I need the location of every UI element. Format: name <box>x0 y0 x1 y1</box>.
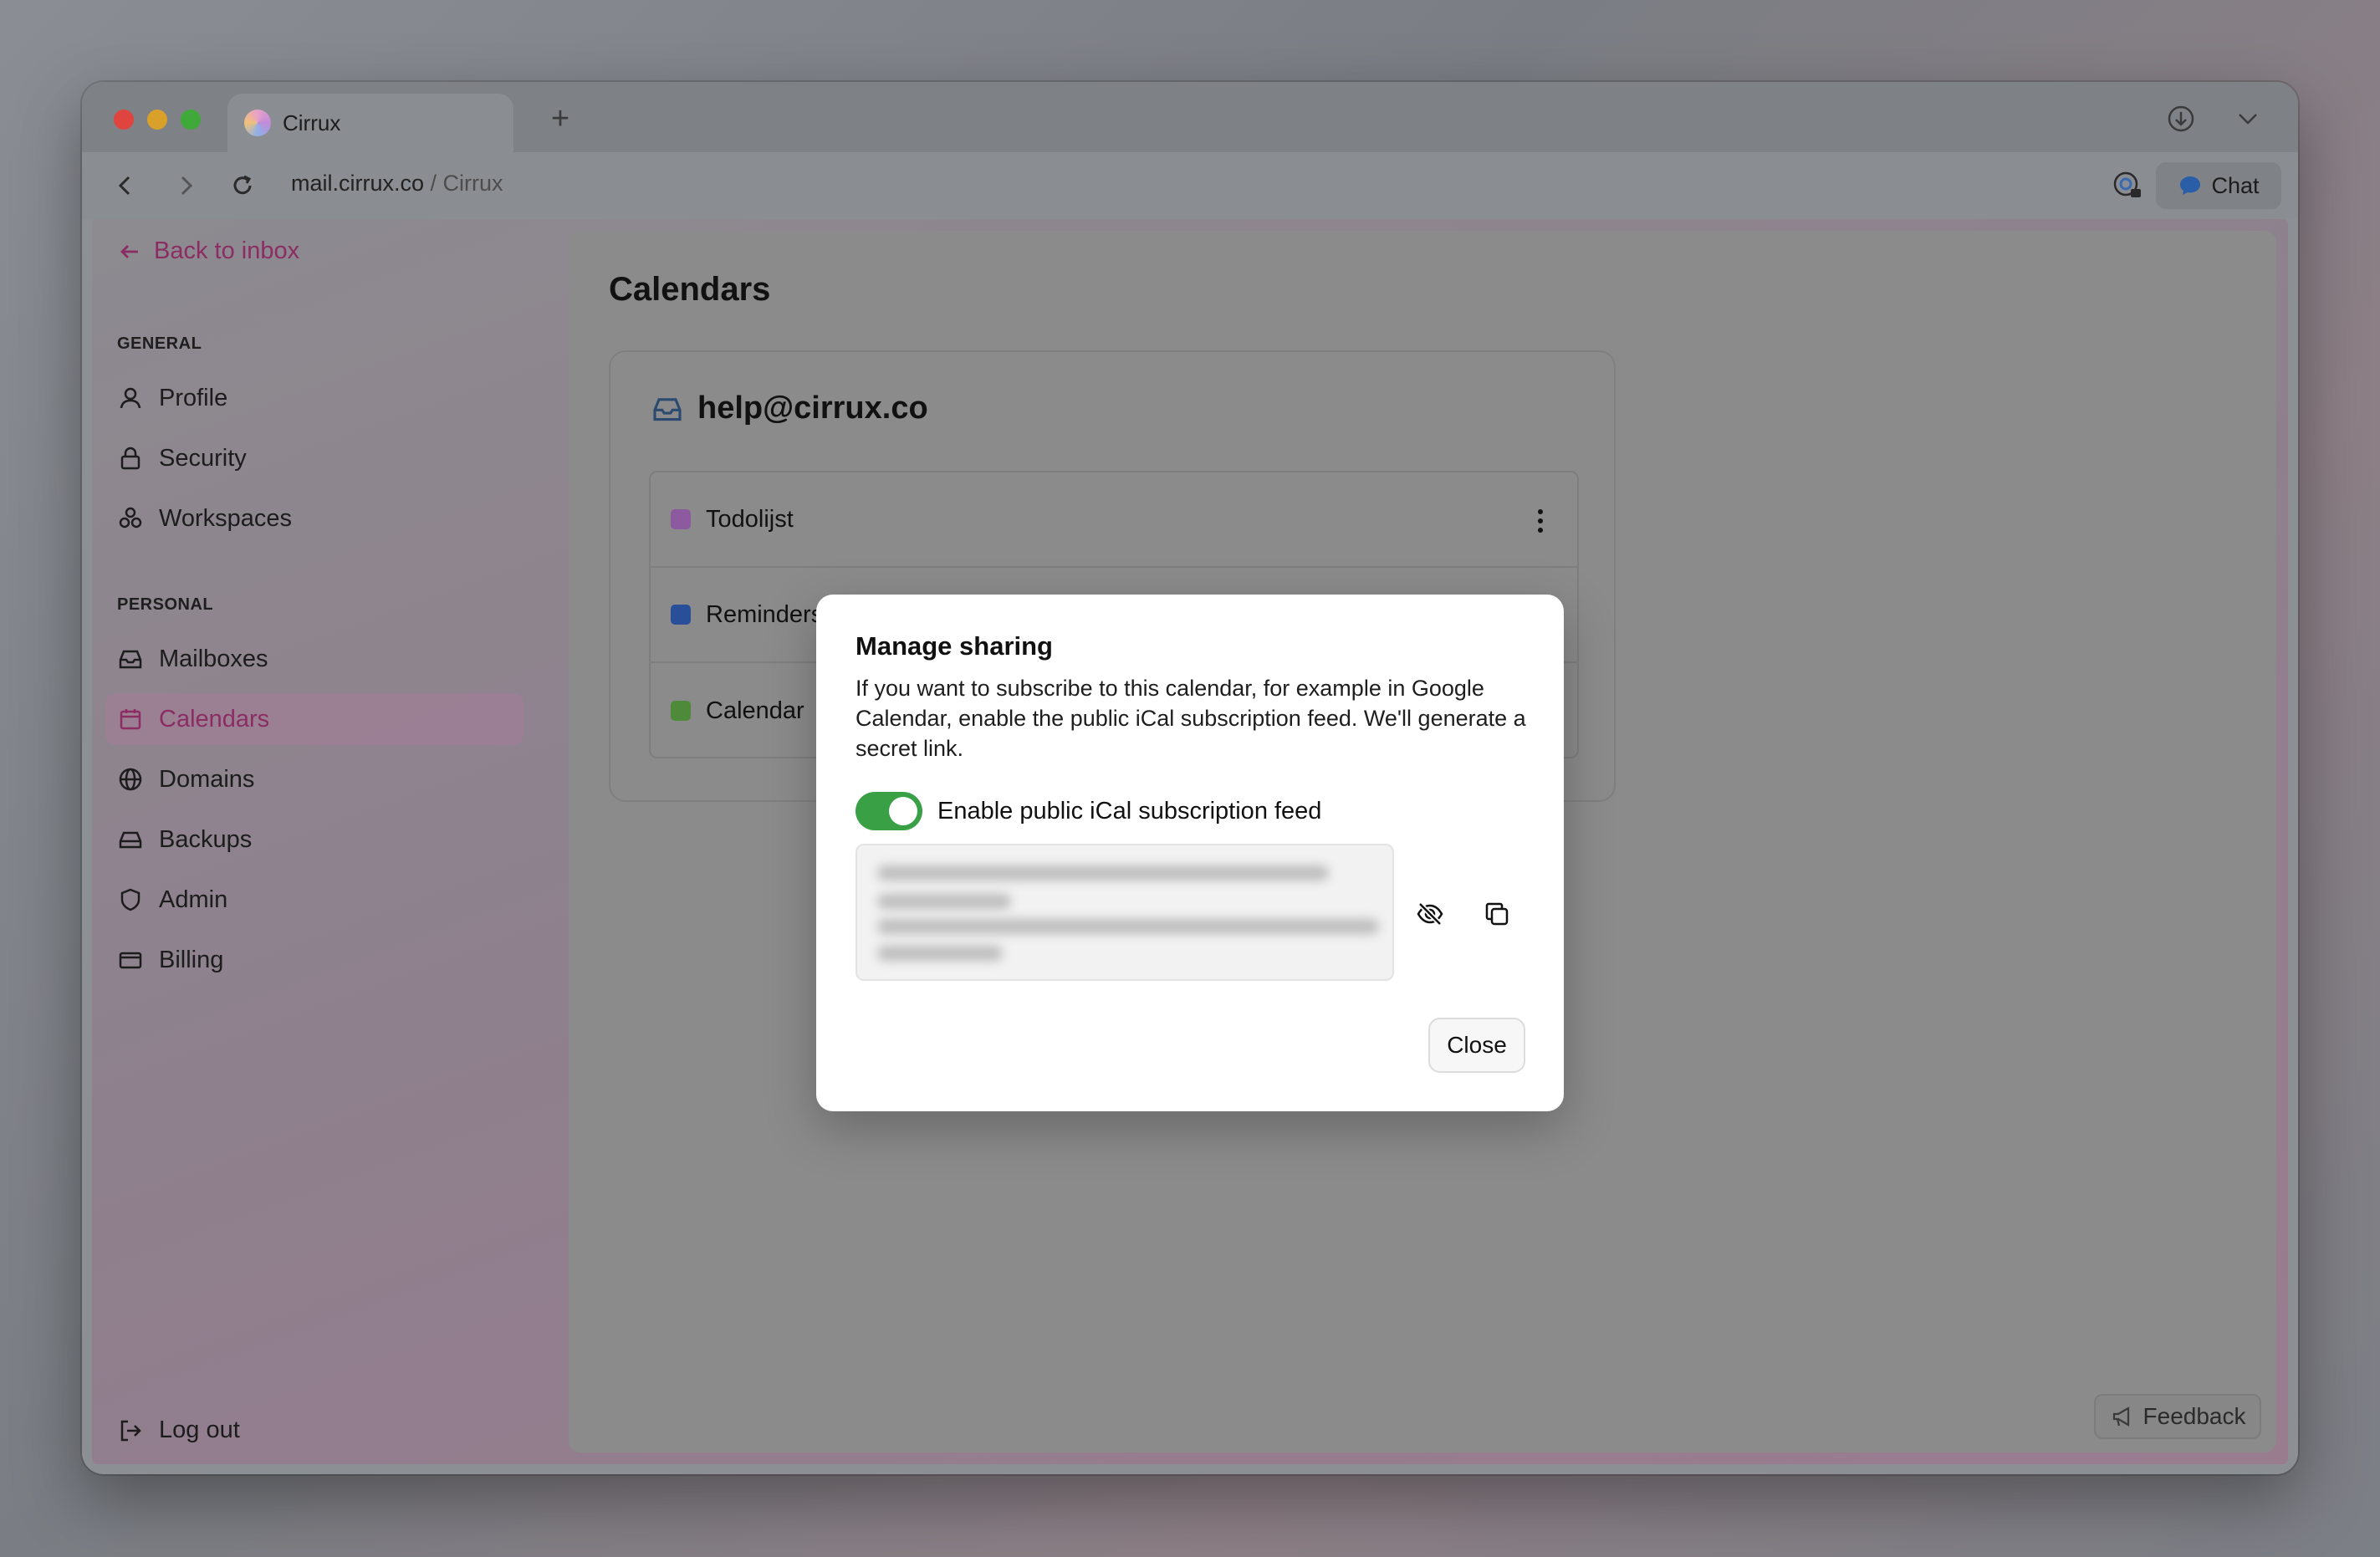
account-heading: help@cirrux.co <box>651 391 928 426</box>
sidebar-item-label: Domains <box>159 765 255 793</box>
sidebar-item-label: Admin <box>159 886 228 913</box>
password-extension-icon[interactable] <box>2111 169 2144 202</box>
logout-icon <box>120 1420 141 1441</box>
general-section-label: GENERAL <box>117 334 202 353</box>
inbox-icon <box>119 650 142 669</box>
calendar-row[interactable]: Todolijst <box>651 472 1577 568</box>
credit-card-icon <box>119 952 142 969</box>
calendar-color-swatch <box>671 509 691 529</box>
sidebar-item-calendars[interactable]: Calendars <box>105 693 523 745</box>
shield-icon <box>120 888 140 911</box>
blurred-link-text <box>877 919 1379 934</box>
browser-tab[interactable]: Cirrux <box>227 94 513 152</box>
copy-icon <box>1485 902 1509 926</box>
sidebar-item-security[interactable]: Security <box>105 432 523 484</box>
sidebar-item-label: Billing <box>159 946 224 973</box>
sidebar-item-mailboxes[interactable]: Mailboxes <box>105 633 523 685</box>
url-domain: mail.cirrux.co <box>291 171 425 196</box>
cirrux-favicon-icon <box>244 110 271 136</box>
back-to-inbox-link[interactable]: Back to inbox <box>117 237 299 265</box>
toggle-knob <box>889 797 917 825</box>
calendar-name: Calendar <box>706 697 804 724</box>
sidebar-item-domains[interactable]: Domains <box>105 753 523 805</box>
close-window-button[interactable] <box>114 110 134 130</box>
sidebar-item-profile[interactable]: Profile <box>105 372 523 424</box>
calendar-color-swatch <box>671 605 691 625</box>
browser-toolbar: mail.cirrux.co / Cirrux Chat <box>82 152 2298 219</box>
toggle-visibility-button[interactable] <box>1413 897 1447 931</box>
manage-sharing-dialog: Manage sharing If you want to subscribe … <box>816 595 1564 1111</box>
chevron-down-icon[interactable] <box>2231 102 2265 135</box>
personal-section-label: PERSONAL <box>117 595 214 614</box>
megaphone-icon <box>2112 1406 2129 1427</box>
dialog-title: Manage sharing <box>855 631 1053 661</box>
eye-off-icon <box>1417 901 1443 927</box>
globe-icon <box>119 768 142 791</box>
back-to-inbox-label: Back to inbox <box>154 237 300 264</box>
chat-label: Chat <box>2211 172 2260 198</box>
user-icon <box>120 387 141 409</box>
more-options-icon[interactable] <box>1537 508 1544 534</box>
close-button[interactable]: Close <box>1428 1018 1525 1073</box>
minimize-window-button[interactable] <box>147 110 167 130</box>
sidebar-item-label: Security <box>159 444 247 472</box>
page-title: Calendars <box>609 271 771 308</box>
calendar-name: Todolijst <box>706 505 794 533</box>
url-separator: / <box>424 171 443 196</box>
sidebar-item-label: Backups <box>159 825 253 853</box>
title-bar: Cirrux + <box>82 82 2298 152</box>
blurred-link-text <box>877 865 1329 881</box>
address-bar[interactable]: mail.cirrux.co / Cirrux <box>291 171 503 197</box>
sidebar-item-admin[interactable]: Admin <box>105 874 523 926</box>
tab-title: Cirrux <box>283 110 341 135</box>
logout-label: Log out <box>159 1417 240 1443</box>
ical-feed-toggle-row: Enable public iCal subscription feed <box>855 792 1321 830</box>
new-tab-icon[interactable]: + <box>542 100 579 137</box>
sidebar-item-billing[interactable]: Billing <box>105 934 523 986</box>
feedback-label: Feedback <box>2143 1403 2246 1429</box>
forward-arrow-icon[interactable] <box>169 169 202 202</box>
drive-icon <box>119 831 142 849</box>
blurred-link-text <box>877 946 1003 961</box>
logout-button[interactable]: Log out <box>117 1417 240 1444</box>
sidebar-item-label: Workspaces <box>159 504 293 532</box>
back-arrow-icon[interactable] <box>109 169 142 202</box>
sidebar-item-label: Profile <box>159 384 228 411</box>
calendar-color-swatch <box>671 701 691 721</box>
arrow-left-icon <box>120 244 138 258</box>
url-site: Cirrux <box>442 171 503 196</box>
sidebar-item-workspaces[interactable]: Workspaces <box>105 493 523 544</box>
ical-feed-toggle[interactable] <box>855 792 922 830</box>
account-email: help@cirrux.co <box>697 391 928 426</box>
dialog-description: If you want to subscribe to this calenda… <box>855 676 1526 761</box>
calendar-icon <box>120 709 141 730</box>
workspaces-icon <box>119 507 142 528</box>
sidebar-item-backups[interactable]: Backups <box>105 814 523 865</box>
reload-icon[interactable] <box>226 169 259 202</box>
secret-link-field[interactable] <box>855 844 1394 981</box>
chat-bubble-icon <box>2180 176 2201 195</box>
blurred-link-text <box>877 894 1011 909</box>
maximize-window-button[interactable] <box>181 110 201 130</box>
calendar-name: Reminders <box>706 600 824 628</box>
settings-sidebar: Back to inbox GENERAL Profile Security W… <box>92 219 523 1464</box>
sidebar-item-label: Mailboxes <box>159 645 268 672</box>
copy-link-button[interactable] <box>1480 897 1514 931</box>
sidebar-item-label: Calendars <box>159 705 270 733</box>
feedback-button[interactable]: Feedback <box>2094 1394 2261 1439</box>
chat-button[interactable]: Chat <box>2156 162 2281 209</box>
download-icon[interactable] <box>2164 102 2198 135</box>
toggle-label: Enable public iCal subscription feed <box>937 797 1322 824</box>
lock-icon <box>120 447 140 470</box>
inbox-icon <box>653 397 682 421</box>
